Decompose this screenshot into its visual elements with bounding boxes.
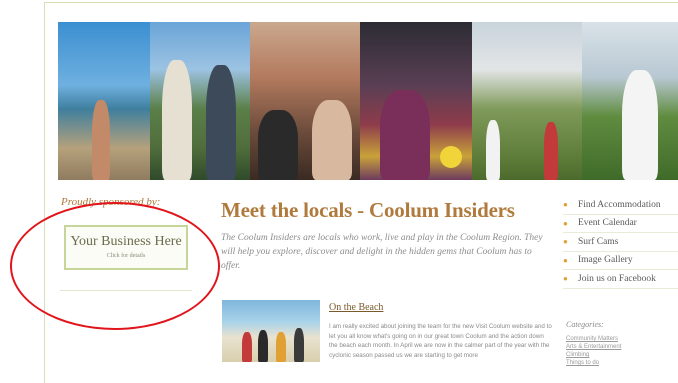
banner-photo-golf <box>582 22 678 180</box>
bullet-icon: ● <box>563 218 568 228</box>
person-figure <box>206 65 236 180</box>
nav-item-image-gallery[interactable]: ● Image Gallery <box>563 252 678 270</box>
person-figure <box>258 330 268 362</box>
article-thumbnail[interactable] <box>222 300 320 362</box>
banner-photo-cafe <box>250 22 360 180</box>
page-intro: The Coolum Insiders are locals who work,… <box>221 233 543 271</box>
nav-item-event-calendar[interactable]: ● Event Calendar <box>563 215 678 233</box>
person-figure <box>622 70 658 180</box>
article-excerpt: I am really excited about joining the te… <box>329 323 552 359</box>
person-figure <box>486 120 500 180</box>
nav-item-label: Join us on Facebook <box>578 273 656 284</box>
nav-item-surf-cams[interactable]: ● Surf Cams <box>563 233 678 252</box>
banner-photo-fisherman <box>58 22 150 180</box>
annotation-circle <box>10 202 220 330</box>
categories-list: Community Matters Arts & Entertainment C… <box>566 335 621 367</box>
nav-item-facebook[interactable]: ● Join us on Facebook <box>563 270 678 289</box>
person-figure <box>258 110 298 180</box>
category-link[interactable]: Climbing <box>566 351 621 359</box>
nav-item-find-accommodation[interactable]: ● Find Accommodation <box>563 196 678 215</box>
person-figure <box>162 60 192 180</box>
person-figure <box>92 100 110 180</box>
person-figure <box>242 332 252 362</box>
banner-photo-festival <box>360 22 472 180</box>
person-figure <box>294 328 304 362</box>
page-title: Meet the locals - Coolum Insiders <box>221 198 515 222</box>
balloon <box>440 146 462 168</box>
person-figure <box>544 122 558 180</box>
nav-item-label: Surf Cams <box>578 236 619 247</box>
bullet-icon: ● <box>563 255 568 265</box>
banner-photo-men-with-fish <box>150 22 250 180</box>
photo-banner <box>58 22 678 180</box>
categories-heading: Categories: <box>566 320 604 329</box>
person-figure <box>380 90 430 180</box>
bullet-icon: ● <box>563 237 568 247</box>
category-link[interactable]: Arts & Entertainment <box>566 343 621 351</box>
category-link[interactable]: Things to do <box>566 359 621 367</box>
nav-item-label: Event Calendar <box>578 218 637 229</box>
category-link[interactable]: Community Matters <box>566 335 621 343</box>
bullet-icon: ● <box>563 274 568 284</box>
banner-photo-lawn-bowls <box>472 22 582 180</box>
person-figure <box>312 100 352 180</box>
nav-item-label: Image Gallery <box>578 255 633 266</box>
person-figure <box>276 332 286 362</box>
bullet-icon: ● <box>563 200 568 210</box>
nav-item-label: Find Accommodation <box>578 199 661 210</box>
sidebar-nav: ● Find Accommodation ● Event Calendar ● Sur… <box>563 196 678 289</box>
article-title-link[interactable]: On the Beach <box>329 302 383 313</box>
